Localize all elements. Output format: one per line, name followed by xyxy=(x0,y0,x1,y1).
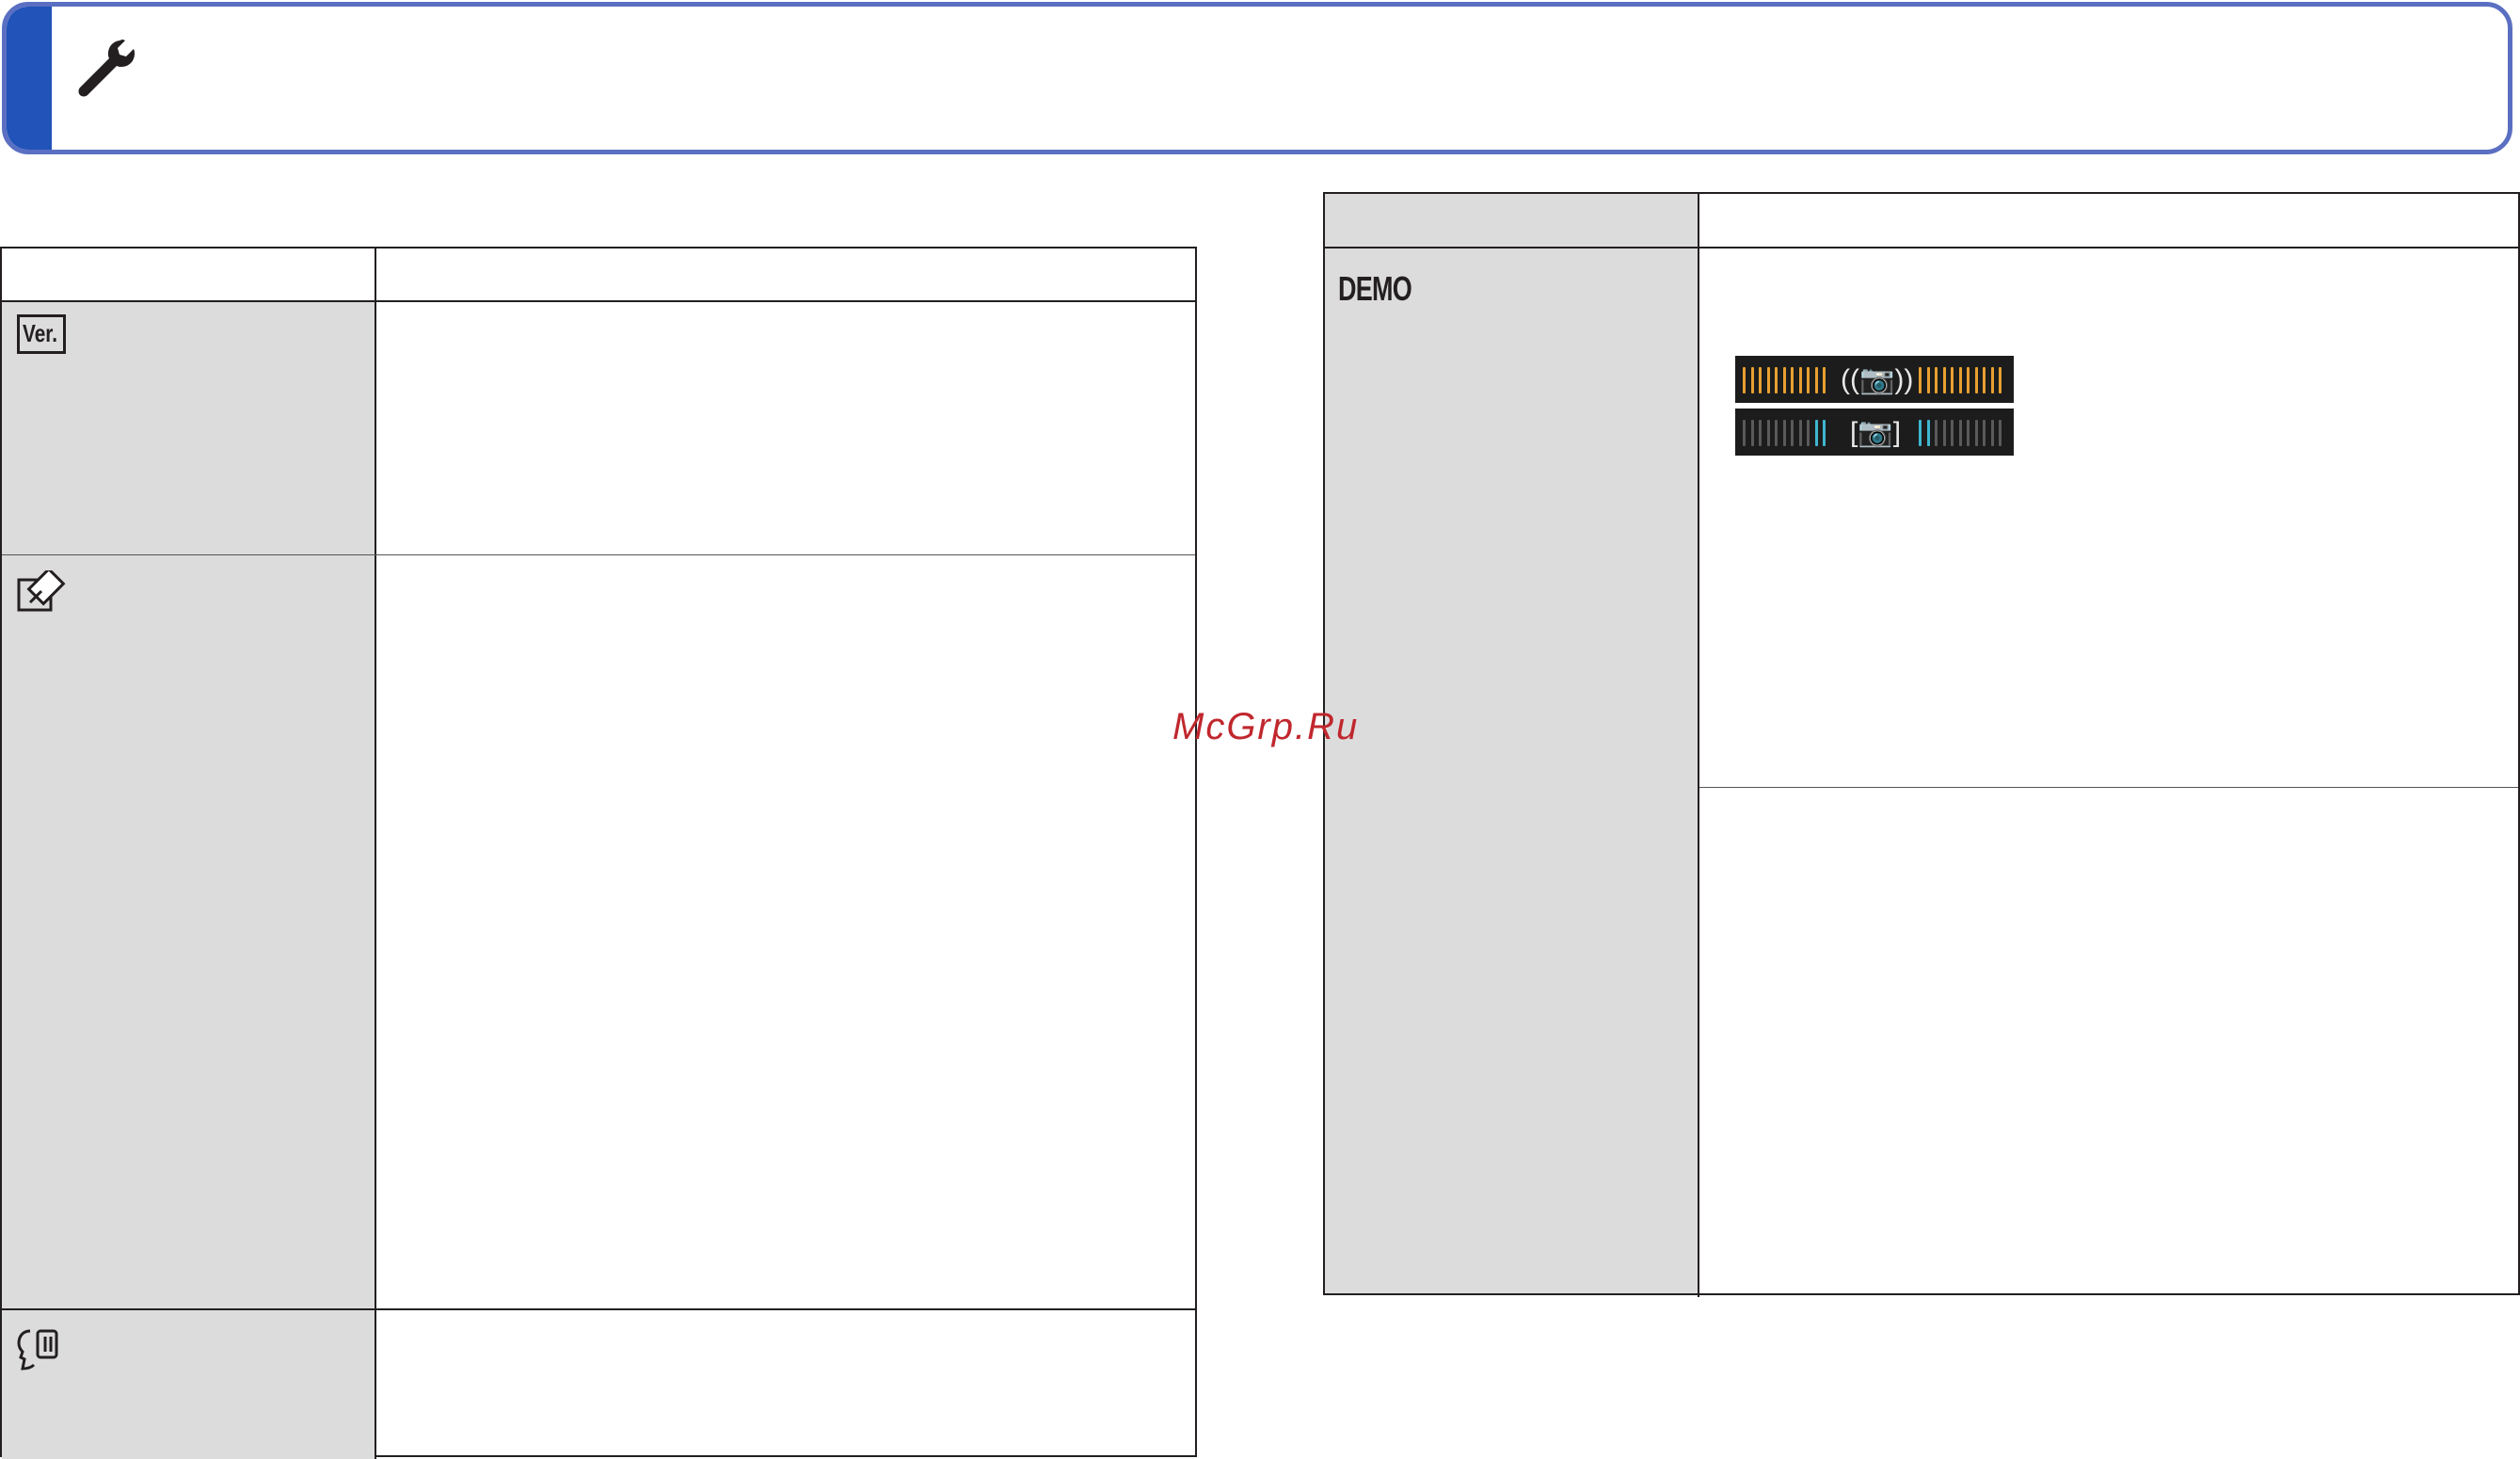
meter-bar xyxy=(1743,367,1746,393)
meter-bar xyxy=(1807,367,1810,393)
meter-bar xyxy=(1814,420,1818,446)
demo-row-cell: DEMO xyxy=(1325,249,1698,1293)
meter-bar xyxy=(1775,367,1778,393)
meter-bar xyxy=(1791,420,1794,446)
meter-bar xyxy=(1926,420,1930,446)
meter-bar xyxy=(1974,420,1978,446)
meter-bar xyxy=(1926,367,1930,393)
meter-bar xyxy=(1791,367,1794,393)
meter-bar xyxy=(1990,367,1994,393)
meter-bar xyxy=(1759,420,1762,446)
stabilizer-demo-meter: ((📷)) xyxy=(1735,356,2014,403)
meter-bar xyxy=(1743,420,1746,446)
meter-bar xyxy=(1999,367,2002,393)
meter-bar xyxy=(1823,420,1826,446)
meter-bar xyxy=(1990,420,1994,446)
section-header xyxy=(2,2,2512,154)
meter-bar xyxy=(1750,367,1754,393)
meter-bar xyxy=(1798,420,1802,446)
meter-bar xyxy=(1958,420,1962,446)
settings-table-left: Ver. xyxy=(0,247,1197,1459)
left-column-shade xyxy=(2,301,375,1459)
header-accent-strip xyxy=(7,7,52,150)
meter-bar xyxy=(1951,367,1954,393)
version-display-icon: Ver. xyxy=(17,314,66,354)
meter-bar xyxy=(1935,420,1938,446)
focus-camera-icon: [📷] xyxy=(1850,417,1902,448)
settings-table-right: DEMO ((📷)) [📷] xyxy=(1323,192,2520,1297)
meter-bar xyxy=(1807,420,1810,446)
meter-bar xyxy=(1983,420,1986,446)
voice-guidance-icon xyxy=(17,1329,58,1371)
meter-bar xyxy=(1798,367,1802,393)
meter-bar xyxy=(1775,420,1778,446)
meter-bar xyxy=(1782,420,1786,446)
meter-bar xyxy=(1750,420,1754,446)
meter-bar xyxy=(1766,367,1770,393)
version-icon-text: Ver. xyxy=(23,319,58,347)
demo-label: DEMO xyxy=(1338,269,1412,308)
meter-bar xyxy=(1942,420,1946,446)
meter-bar xyxy=(1958,367,1962,393)
meter-bar xyxy=(1942,367,1946,393)
meter-bar xyxy=(1759,367,1762,393)
format-icon xyxy=(17,570,66,612)
meter-bar xyxy=(1814,367,1818,393)
meter-bar xyxy=(1823,367,1826,393)
meter-bar xyxy=(1951,420,1954,446)
meter-bar xyxy=(1967,367,1970,393)
meter-bar xyxy=(1935,367,1938,393)
meter-bar xyxy=(1983,367,1986,393)
meter-bar xyxy=(1782,367,1786,393)
shaking-camera-icon: ((📷)) xyxy=(1841,364,1914,395)
meter-bar xyxy=(1766,420,1770,446)
meter-bar xyxy=(1967,420,1970,446)
subject-detection-demo-meter: [📷] xyxy=(1735,409,2014,456)
meter-bar xyxy=(1999,420,2002,446)
watermark: McGrp.Ru xyxy=(1172,706,1360,747)
meter-bar xyxy=(1919,367,1922,393)
wrench-icon xyxy=(78,40,135,97)
meter-bar xyxy=(1919,420,1922,446)
meter-bar xyxy=(1974,367,1978,393)
